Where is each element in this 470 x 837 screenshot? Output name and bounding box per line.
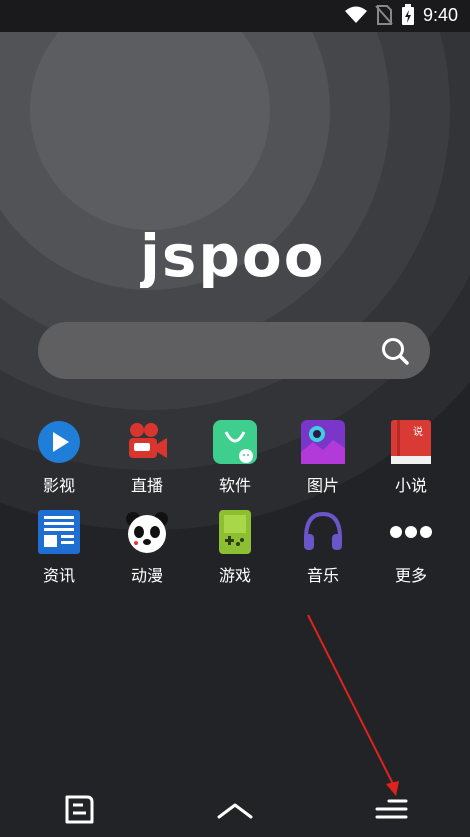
menu-icon[interactable] <box>372 789 412 829</box>
app-label: 更多 <box>394 566 427 585</box>
app-label: 影视 <box>42 476 75 495</box>
video-play-icon <box>38 421 80 463</box>
app-item[interactable]: 图片 <box>283 420 363 496</box>
wifi-icon <box>344 6 367 23</box>
gamepad-icon <box>219 510 251 554</box>
app-logo: jspoo <box>138 222 335 292</box>
more-dots-icon <box>390 526 432 538</box>
app-item[interactable]: 说 小说 <box>371 420 451 496</box>
app-label: 软件 <box>218 476 251 495</box>
app-item[interactable]: 直播 <box>107 420 187 496</box>
novel-badge-text: 说 <box>413 425 423 438</box>
app-item[interactable]: 动漫 <box>107 510 187 586</box>
software-bag-icon <box>213 420 257 464</box>
chevron-up-icon[interactable] <box>215 789 255 829</box>
app-item[interactable]: 资讯 <box>19 510 99 586</box>
app-label: 游戏 <box>218 566 251 585</box>
no-sim-icon <box>375 5 393 25</box>
app-label: 动漫 <box>130 566 163 585</box>
app-label: 图片 <box>306 476 339 495</box>
app-item[interactable]: 影视 <box>19 420 99 496</box>
notes-icon[interactable] <box>59 789 99 829</box>
status-time: 9:40 <box>422 4 458 25</box>
headphones-icon <box>304 511 342 550</box>
logo-wordmark: jspoo <box>138 222 326 290</box>
app-item[interactable]: 音乐 <box>283 510 363 586</box>
app-label: 小说 <box>394 476 427 495</box>
news-icon <box>38 510 80 554</box>
app-label: 资讯 <box>42 566 75 585</box>
novel-book-icon: 说 <box>391 420 431 464</box>
bottom-nav-bar <box>0 777 470 837</box>
logo-text: jspoo <box>140 228 326 288</box>
background-arcs <box>0 0 470 530</box>
app-item[interactable]: 游戏 <box>195 510 275 586</box>
anime-panda-icon <box>126 512 168 553</box>
search-bar[interactable] <box>38 322 430 379</box>
search-icon[interactable] <box>380 336 410 366</box>
app-label: 直播 <box>130 476 163 495</box>
live-camera-icon <box>129 423 167 458</box>
app-item[interactable]: 更多 <box>371 510 451 586</box>
battery-charging-icon <box>401 4 414 25</box>
home-screen: 9:40 jspoo 影视 直播 软件 图片 说 小说 资讯 动漫 游戏 音乐 … <box>0 0 470 837</box>
app-item[interactable]: 软件 <box>195 420 275 496</box>
app-label: 音乐 <box>306 566 339 585</box>
status-bar: 9:40 <box>0 0 470 32</box>
picture-icon <box>301 420 345 464</box>
